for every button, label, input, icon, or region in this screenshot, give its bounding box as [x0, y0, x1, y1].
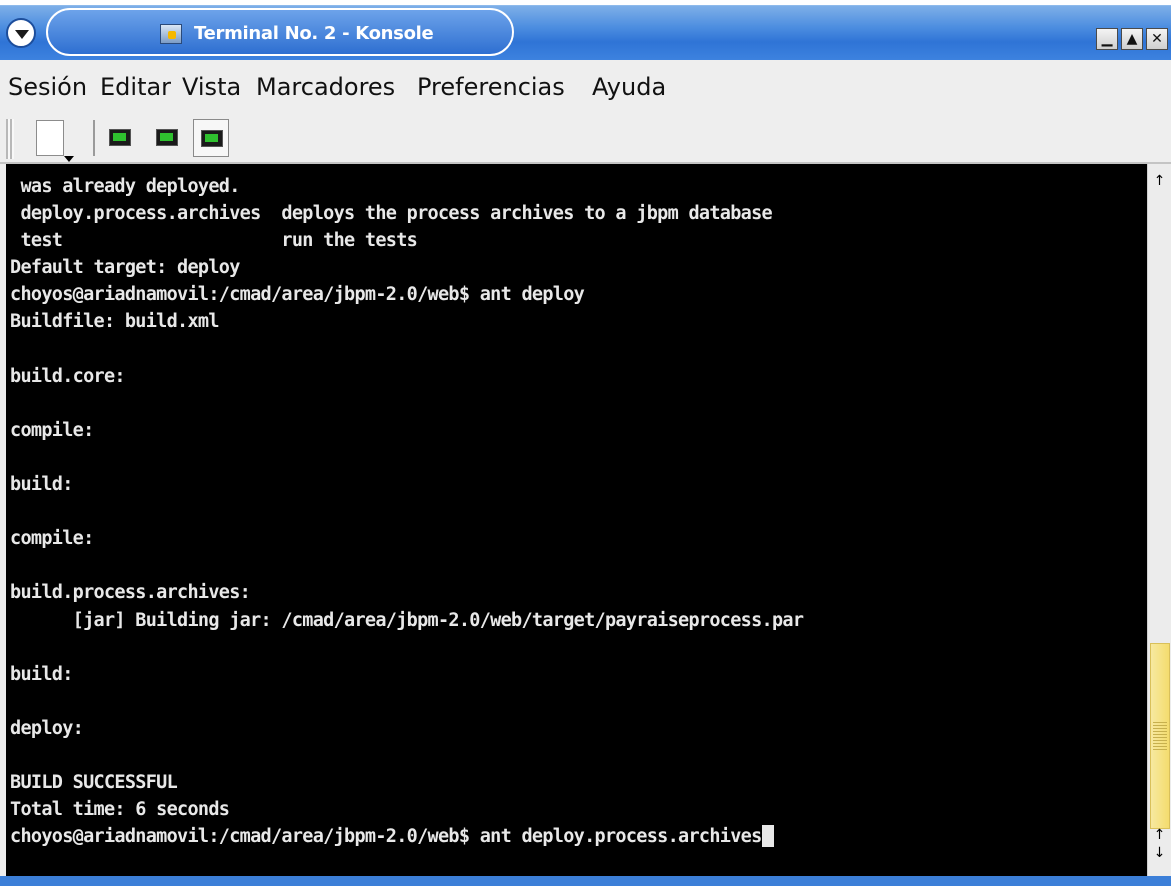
arrow-down-icon: ↓	[1153, 845, 1166, 861]
konsole-icon	[160, 24, 182, 44]
menu-editar[interactable]: Editar	[100, 73, 171, 101]
title-bar[interactable]: Terminal No. 2 - Konsole ▁ ▲ ✕	[0, 0, 1171, 60]
terminal-session-icon	[201, 130, 223, 147]
session-button-1[interactable]	[102, 119, 138, 157]
terminal-area[interactable]: was already deployed. deploy.process.arc…	[6, 164, 1147, 876]
menu-preferencias[interactable]: Preferencias	[417, 73, 565, 101]
terminal-line: test run the tests	[10, 230, 418, 252]
terminal-line: choyos@ariadnamovil:/cmad/area/jbpm-2.0/…	[10, 284, 585, 306]
konsole-window: Terminal No. 2 - Konsole ▁ ▲ ✕ Sesión Ed…	[0, 0, 1171, 886]
scroll-up-button[interactable]: ↑	[1150, 170, 1169, 192]
terminal-line: deploy:	[10, 717, 84, 739]
menu-ayuda[interactable]: Ayuda	[592, 73, 666, 101]
terminal-line: was already deployed.	[10, 176, 240, 197]
arrow-up-icon: ↑	[1153, 173, 1166, 189]
maximize-button[interactable]: ▲	[1121, 28, 1143, 50]
terminal-line: deploy.process.archives deploys the proc…	[10, 203, 772, 225]
terminal-line: compile:	[10, 528, 94, 550]
terminal-line: compile:	[10, 419, 94, 441]
toolbar	[0, 112, 1171, 164]
scrollbar-thumb[interactable]	[1150, 643, 1170, 829]
arrow-up-icon: ↑	[1153, 827, 1166, 843]
terminal-line: build:	[10, 474, 73, 496]
new-session-icon	[36, 120, 64, 156]
menu-sesion[interactable]: Sesión	[8, 73, 87, 101]
toolbar-grip[interactable]	[6, 119, 14, 159]
session-button-3-active[interactable]	[193, 119, 229, 157]
scrollbar-thumb-grip	[1153, 722, 1167, 750]
terminal-line: [jar] Building jar: /cmad/area/jbpm-2.0/…	[10, 609, 804, 631]
terminal-line: build.core:	[10, 365, 126, 387]
window-bottom-border	[0, 876, 1171, 886]
terminal-line: Total time: 6 seconds	[10, 799, 230, 821]
chevron-down-icon	[15, 30, 29, 39]
terminal-line: build.process.archives:	[10, 582, 251, 604]
minimize-icon: ▁	[1101, 31, 1113, 47]
minimize-button[interactable]: ▁	[1096, 28, 1118, 50]
toolbar-separator	[93, 120, 95, 156]
close-button[interactable]: ✕	[1146, 28, 1168, 50]
terminal-output: was already deployed. deploy.process.arc…	[10, 173, 804, 850]
title-bar-top-edge	[0, 0, 1171, 5]
window-menu-button[interactable]	[6, 18, 36, 48]
terminal-line: build:	[10, 663, 73, 685]
terminal-session-icon	[156, 129, 178, 146]
close-icon: ✕	[1151, 31, 1163, 47]
menu-bar: Sesión Editar Vista Marcadores Preferenc…	[0, 60, 1171, 112]
menu-vista[interactable]: Vista	[182, 73, 241, 101]
window-title-tab[interactable]: Terminal No. 2 - Konsole	[46, 8, 514, 56]
maximize-icon: ▲	[1126, 31, 1138, 47]
new-session-button[interactable]	[24, 118, 84, 162]
scroll-down-button[interactable]: ↓	[1150, 842, 1169, 864]
menu-marcadores[interactable]: Marcadores	[256, 73, 395, 101]
terminal-prompt-line: choyos@ariadnamovil:/cmad/area/jbpm-2.0/…	[10, 826, 762, 848]
text-cursor	[761, 825, 774, 848]
session-button-2[interactable]	[149, 119, 185, 157]
terminal-line: Buildfile: build.xml	[10, 311, 219, 333]
window-title: Terminal No. 2 - Konsole	[194, 23, 434, 44]
vertical-scrollbar[interactable]: ↑ ↑ ↓	[1147, 164, 1171, 876]
terminal-line: Default target: deploy	[10, 257, 240, 279]
terminal-line: BUILD SUCCESSFUL	[10, 772, 178, 794]
terminal-session-icon	[109, 129, 131, 146]
